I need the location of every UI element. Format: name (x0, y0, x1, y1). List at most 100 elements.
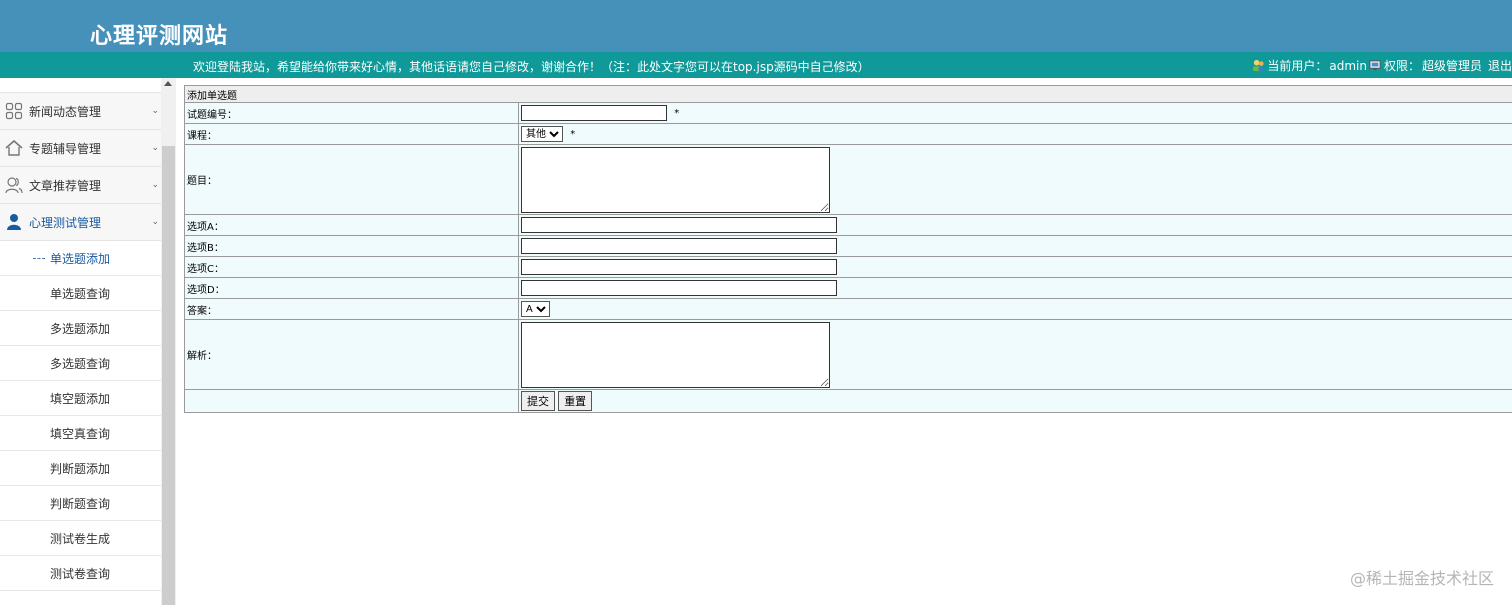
empty-cell (184, 389, 519, 413)
site-title: 心理评测网站 (90, 23, 229, 49)
scroll-thumb[interactable] (162, 146, 175, 605)
field-cell (518, 319, 1512, 390)
welcome-text: 欢迎登陆我站，希望能给你带来好心情，其他话语请您自己修改，谢谢合作！（注：此处文… (193, 60, 870, 74)
option-c-input[interactable] (521, 259, 837, 275)
sidebar: 新闻动态管理 ⌄ 专题辅导管理 ⌄ 文章推荐管理 ⌄ 心理测试管理 ⌄ 单选题添… (0, 78, 161, 605)
menu-label: 专题辅导管理 (29, 141, 102, 156)
field-cell (518, 256, 1512, 278)
form-row-option-c: 选项C： (184, 256, 1512, 278)
chevron-down-icon: ⌄ (151, 106, 159, 116)
permission-value: 超级管理员 (1421, 59, 1482, 73)
option-a-input[interactable] (521, 217, 837, 233)
sidebar-scrollbar[interactable] (161, 78, 176, 605)
form-row-question: 题目： (184, 144, 1512, 215)
required-mark: * (674, 107, 680, 119)
submenu-label: 测试卷查询 (50, 566, 111, 581)
submenu-label: 多选题添加 (50, 321, 111, 336)
site-header: 心理评测网站 (0, 0, 1512, 52)
field-label: 选项D： (184, 277, 519, 299)
submenu-label: 单选题添加 (50, 251, 111, 266)
main-content: 添加单选题 试题编号： * 课程： 其他 * 题目： 选项A： 选项B： 选项C… (184, 85, 1512, 413)
form-header-row: 添加单选题 (184, 85, 1512, 103)
logout-link[interactable]: 退出 (1488, 57, 1512, 74)
menu-articles[interactable]: 文章推荐管理 ⌄ (0, 167, 161, 204)
grid-icon (6, 78, 20, 84)
current-user-name: admin (1329, 58, 1367, 73)
field-cell (518, 144, 1512, 215)
submenu-single-query[interactable]: 单选题查询 (0, 276, 161, 311)
submenu-single-add[interactable]: 单选题添加 (0, 241, 161, 276)
submenu-label: 测试卷生成 (50, 531, 111, 546)
actions-cell: 提交 重置 (518, 389, 1512, 413)
submenu-judge-add[interactable]: 判断题添加 (0, 451, 161, 486)
menu-label: 文章推荐管理 (29, 178, 102, 193)
submenu-multi-query[interactable]: 多选题查询 (0, 346, 161, 381)
scroll-up-arrow-icon[interactable] (164, 81, 172, 86)
chevron-down-icon: ⌄ (151, 180, 159, 190)
field-cell: 其他 * (518, 123, 1512, 145)
users-icon (5, 177, 23, 194)
submenu-psych-test: 单选题添加 单选题查询 多选题添加 多选题查询 填空题添加 填空真查询 判断题添… (0, 241, 161, 591)
form-title: 添加单选题 (184, 85, 1512, 103)
submenu-judge-query[interactable]: 判断题查询 (0, 486, 161, 521)
analysis-textarea[interactable] (521, 322, 830, 388)
user-info: 当前用户： admin 权限： 超级管理员 退出 (1252, 57, 1512, 74)
reset-button[interactable]: 重置 (558, 391, 593, 411)
form-row-option-d: 选项D： (184, 277, 1512, 299)
form-row-answer: 答案： A (184, 298, 1512, 320)
submenu-label: 单选题查询 (50, 286, 111, 301)
field-label: 课程： (184, 123, 519, 145)
course-select[interactable]: 其他 (521, 126, 563, 142)
field-cell: A (518, 298, 1512, 320)
menu-item-partial[interactable] (0, 78, 161, 93)
permission-label: 权限： (1383, 59, 1420, 73)
submenu-fill-add[interactable]: 填空题添加 (0, 381, 161, 416)
submenu-paper-generate[interactable]: 测试卷生成 (0, 521, 161, 556)
submenu-label: 多选题查询 (50, 356, 111, 371)
grid-icon (5, 102, 23, 120)
field-label: 选项A： (184, 214, 519, 236)
menu-news[interactable]: 新闻动态管理 ⌄ (0, 93, 161, 130)
submenu-label: 填空真查询 (50, 426, 111, 441)
form-row-analysis: 解析： (184, 319, 1512, 390)
answer-select[interactable]: A (521, 301, 550, 317)
menu-label: 新闻动态管理 (29, 104, 102, 119)
submenu-label: 填空题添加 (50, 391, 111, 406)
submenu-fill-query[interactable]: 填空真查询 (0, 416, 161, 451)
current-user-label: 当前用户： (1267, 59, 1328, 73)
submenu-label: 判断题查询 (50, 496, 111, 511)
field-label: 选项B： (184, 235, 519, 257)
chevron-down-icon: ⌄ (151, 143, 159, 153)
form-row-option-b: 选项B： (184, 235, 1512, 257)
menu-psych-test[interactable]: 心理测试管理 ⌄ (0, 204, 161, 241)
submit-button[interactable]: 提交 (521, 391, 555, 411)
field-label: 选项C： (184, 256, 519, 278)
field-label: 试题编号： (184, 102, 519, 124)
form-row-option-a: 选项A： (184, 214, 1512, 236)
question-textarea[interactable] (521, 147, 830, 213)
option-b-input[interactable] (521, 238, 837, 254)
permission-icon (1369, 60, 1381, 71)
field-label: 解析： (184, 319, 519, 390)
question-id-input[interactable] (521, 105, 667, 121)
required-mark: * (570, 128, 576, 140)
home-icon (5, 139, 23, 156)
chevron-down-icon: ⌄ (151, 217, 159, 227)
watermark: @稀土掘金技术社区 (1349, 569, 1494, 588)
info-bar: 欢迎登陆我站，希望能给你带来好心情，其他话语请您自己修改，谢谢合作！（注：此处文… (0, 52, 1512, 78)
menu-topics[interactable]: 专题辅导管理 ⌄ (0, 130, 161, 167)
submenu-multi-add[interactable]: 多选题添加 (0, 311, 161, 346)
user-icon (7, 214, 21, 230)
option-d-input[interactable] (521, 280, 837, 296)
form-row-course: 课程： 其他 * (184, 123, 1512, 145)
submenu-paper-query[interactable]: 测试卷查询 (0, 556, 161, 591)
field-label: 题目： (184, 144, 519, 215)
field-cell (518, 277, 1512, 299)
field-cell (518, 214, 1512, 236)
field-label: 答案： (184, 298, 519, 320)
form-row-actions: 提交 重置 (184, 389, 1512, 413)
submenu-label: 判断题添加 (50, 461, 111, 476)
add-single-choice-form: 添加单选题 试题编号： * 课程： 其他 * 题目： 选项A： 选项B： 选项C… (184, 85, 1512, 413)
field-cell: * (518, 102, 1512, 124)
menu-label: 心理测试管理 (29, 215, 102, 230)
